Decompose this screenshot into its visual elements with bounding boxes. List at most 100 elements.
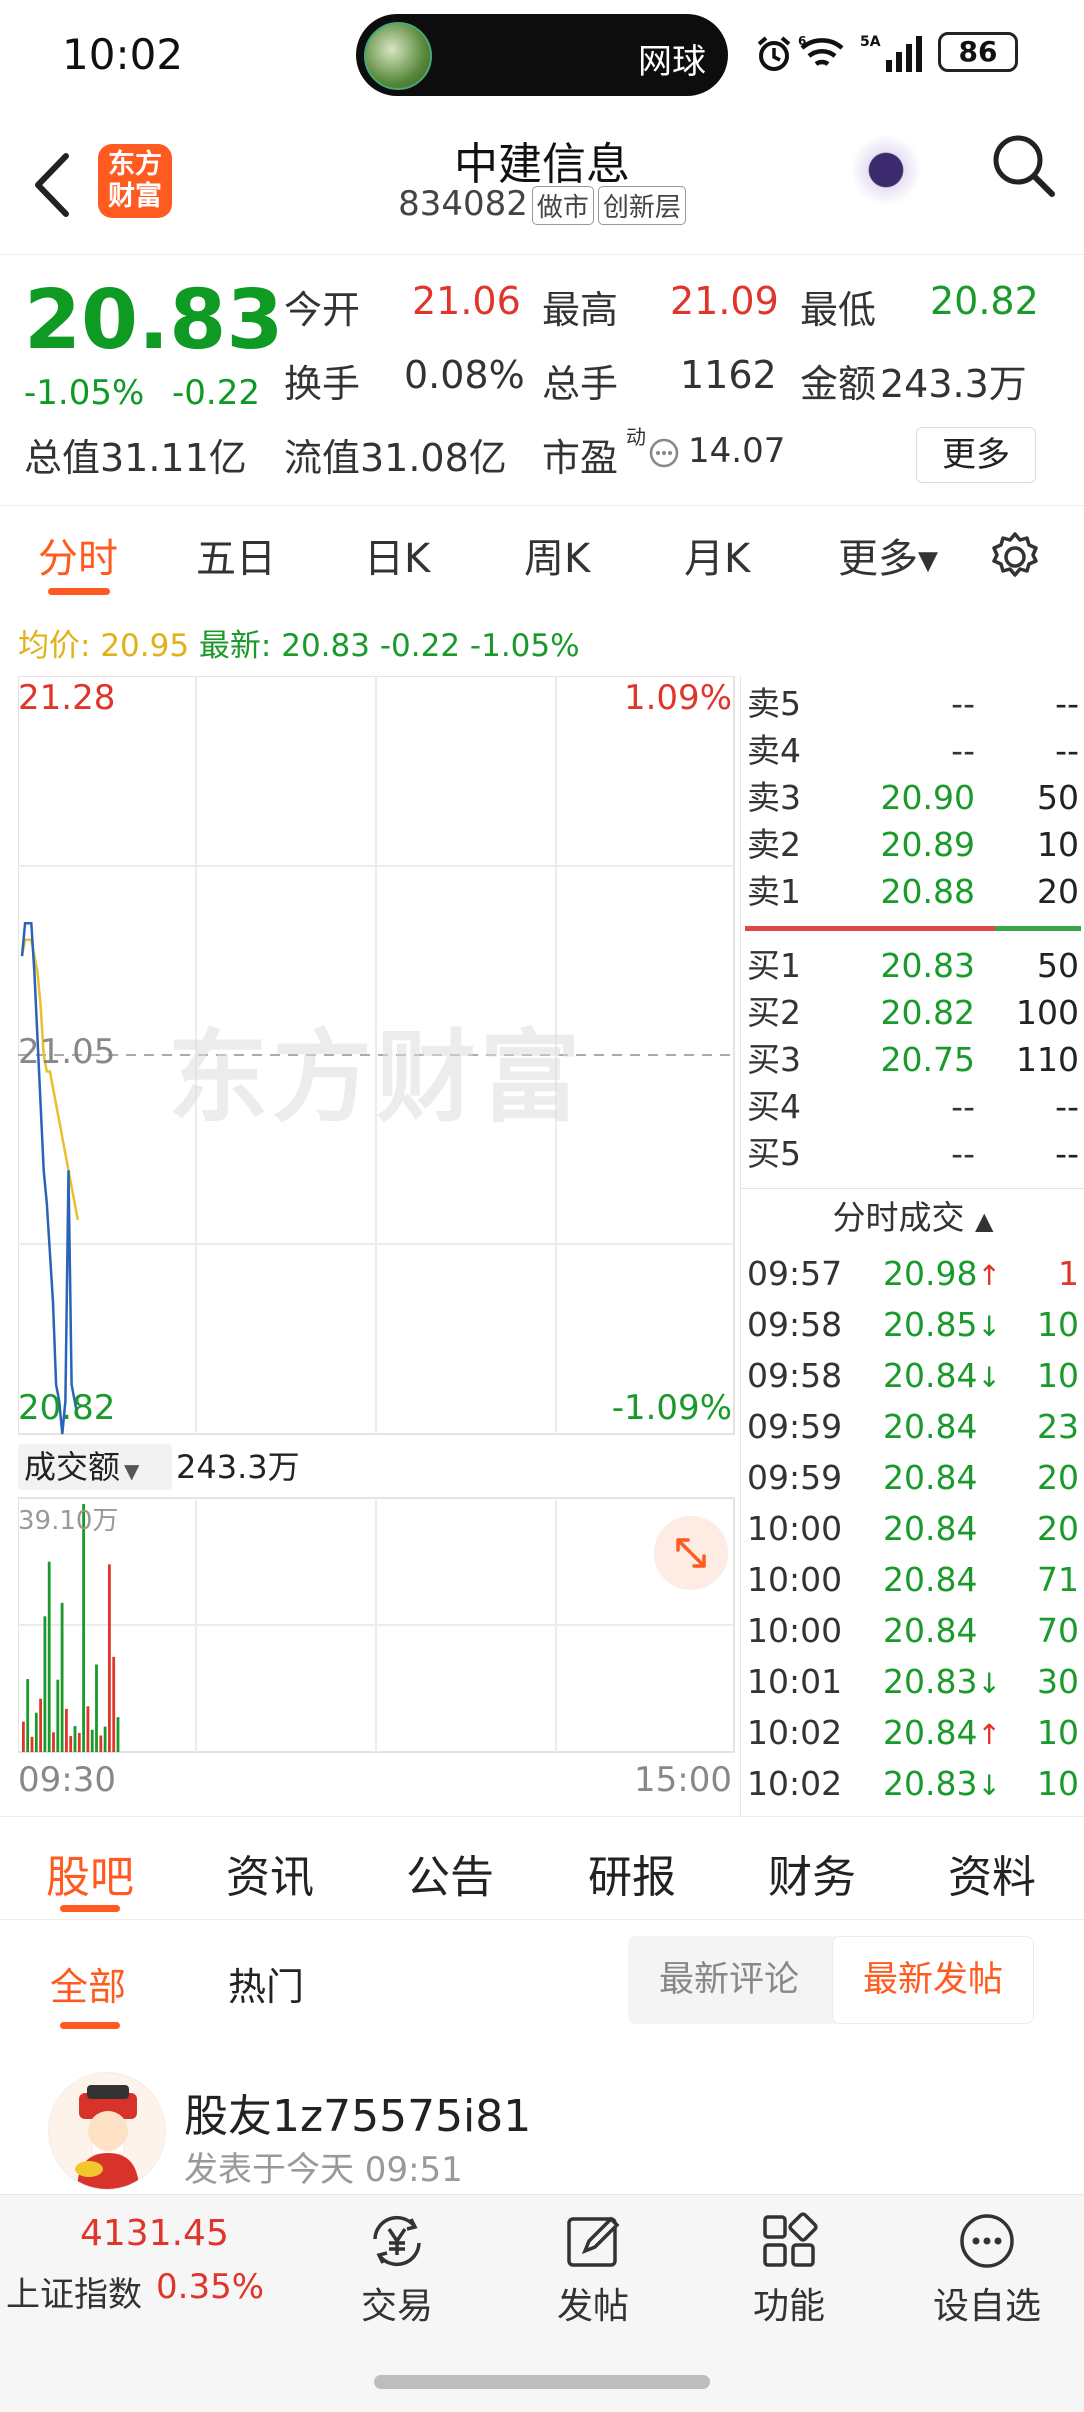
island-label: 网球 — [638, 42, 706, 82]
tab-intraday[interactable]: 分时 — [38, 526, 118, 584]
tick-direction-icon: ↓ — [977, 1361, 1001, 1394]
volume-value: 1162 — [680, 353, 777, 397]
post-label: 发帖 — [556, 2286, 629, 2327]
home-indicator[interactable] — [374, 2375, 710, 2389]
buy-level: 买5 — [747, 1134, 801, 1173]
price-line — [20, 921, 80, 1435]
functions-button[interactable]: 功能 — [724, 2209, 854, 2359]
index-change[interactable]: 0.35% — [156, 2267, 264, 2307]
filter-all[interactable]: 全部 — [50, 1956, 126, 2011]
expand-chart-button[interactable] — [654, 1516, 728, 1590]
open-value: 21.06 — [412, 279, 521, 323]
cellular-signal-icon: 5A — [860, 34, 922, 72]
market-maker-tag: 做市 — [531, 186, 594, 225]
sell-row[interactable]: 卖5 -- -- — [741, 680, 1084, 728]
ticks-header-label: 分时成交 — [832, 1198, 965, 1237]
tab-more[interactable]: 更多▼ — [838, 526, 938, 584]
tick-price: 20.84 — [883, 1452, 977, 1506]
index-value[interactable]: 4131.45 — [80, 2213, 229, 2254]
buy-row[interactable]: 买5 -- -- — [741, 1130, 1084, 1178]
float-cap-value: 31.08亿 — [360, 436, 507, 480]
tick-time: 10:00 — [747, 1611, 843, 1650]
time-start: 09:30 — [18, 1760, 116, 1800]
tab-finance[interactable]: 财务 — [768, 1841, 856, 1905]
index-name[interactable]: 上证指数 — [6, 2267, 142, 2316]
tick-price: 20.84 — [883, 1503, 977, 1557]
eastmoney-logo[interactable]: 东方 财富 — [98, 144, 172, 218]
back-icon[interactable] — [28, 150, 78, 220]
tab-announcements[interactable]: 公告 — [406, 1841, 494, 1905]
axis-bottom-price: 20.82 — [18, 1388, 116, 1428]
stock-code: 834082 — [398, 184, 528, 224]
watchlist-label: 设自选 — [932, 2286, 1041, 2327]
buy-volume: 100 — [1016, 993, 1079, 1032]
tab-forum[interactable]: 股吧 — [46, 1841, 134, 1905]
tab-profile[interactable]: 资料 — [948, 1841, 1036, 1905]
volume-total: 243.3万 — [176, 1448, 300, 1486]
volume-bar — [26, 1679, 30, 1752]
dynamic-island[interactable]: 网球 — [356, 14, 728, 96]
sell-row[interactable]: 卖4 -- -- — [741, 727, 1084, 775]
tab-weekly-k[interactable]: 周K — [524, 526, 590, 584]
volume-bar — [56, 1679, 60, 1752]
buy-price: -- — [951, 1134, 975, 1173]
tick-price-value: 20.84 — [883, 1560, 978, 1599]
battery-icon: 86 — [938, 32, 1018, 72]
gear-icon[interactable] — [988, 530, 1042, 584]
avatar[interactable] — [48, 2072, 166, 2190]
tick-row: 10:00 20.84 71 — [741, 1554, 1084, 1606]
market-cap-label: 总值 — [24, 436, 101, 480]
active-tab-indicator — [48, 588, 110, 595]
pe-dynamic-sup: 动 — [626, 425, 646, 449]
ticks-header[interactable]: 分时成交 ▲ — [741, 1188, 1084, 1244]
post-item[interactable]: 股友1z75575i81 发表于今天 09:51 — [0, 2038, 1084, 2194]
tick-volume: 71 — [1037, 1560, 1079, 1599]
order-book: 卖5 -- -- 卖4 -- -- 卖3 20.90 50 卖2 20.89 10 卖1 20.88 20 … — [740, 676, 1084, 1816]
tick-volume: 1 — [1058, 1254, 1079, 1293]
sort-latest-post-button[interactable]: 最新发帖 — [832, 1936, 1034, 2024]
tick-volume: 10 — [1037, 1713, 1079, 1752]
tab-five-day[interactable]: 五日 — [196, 526, 276, 584]
volume-bars — [22, 1504, 120, 1752]
volume-bar — [52, 1732, 55, 1752]
add-watchlist-button[interactable]: 设自选 — [922, 2209, 1052, 2359]
buy-row[interactable]: 买4 -- -- — [741, 1083, 1084, 1131]
tab-monthly-k[interactable]: 月K — [684, 526, 750, 584]
post-filter-row: 全部 热门 最新评论 最新发帖 — [0, 1920, 1084, 2038]
intraday-chart[interactable]: 东方财富 21.28 1.09% 21.05 20.82 -1.09% 成交额 ▼… — [18, 676, 736, 1816]
stock-name: 中建信息 — [454, 139, 630, 190]
buy-level: 买2 — [747, 993, 801, 1032]
avg-price-value: 20.95 — [100, 628, 190, 664]
tick-price-value: 20.84 — [883, 1356, 978, 1395]
more-quote-button[interactable]: 更多 — [916, 427, 1036, 483]
search-icon[interactable] — [988, 130, 1058, 200]
sell-row[interactable]: 卖1 20.88 20 — [741, 868, 1084, 916]
sort-latest-comment-button[interactable]: 最新评论 — [628, 1936, 830, 2024]
tab-research[interactable]: 研报 — [588, 1841, 676, 1905]
high-value: 21.09 — [670, 279, 779, 323]
volume-bar — [112, 1656, 116, 1752]
ai-assistant-robot-icon[interactable] — [846, 126, 926, 206]
buy-row[interactable]: 买2 20.82 100 — [741, 989, 1084, 1037]
tab-daily-k[interactable]: 日K — [364, 526, 430, 584]
post-username[interactable]: 股友1z75575i81 — [184, 2080, 531, 2144]
volume-bar — [73, 1726, 77, 1752]
buy-level: 买3 — [747, 1040, 801, 1079]
buy-row[interactable]: 买1 20.83 50 — [741, 942, 1084, 990]
tick-direction-icon: ↑ — [977, 1259, 1001, 1292]
volume-type-dropdown[interactable]: 成交额 ▼ — [18, 1444, 172, 1490]
grid-icon — [763, 2212, 818, 2267]
trade-button[interactable]: 交易 — [332, 2209, 462, 2359]
tab-news[interactable]: 资讯 — [226, 1841, 314, 1905]
sell-price: -- — [951, 731, 975, 770]
buy-row[interactable]: 买3 20.75 110 — [741, 1036, 1084, 1084]
tick-price: 20.84 — [883, 1554, 977, 1608]
more-info-icon[interactable] — [648, 437, 680, 469]
post-button[interactable]: 发帖 — [528, 2209, 658, 2359]
sell-volume: -- — [1055, 731, 1079, 770]
volume-bar — [60, 1602, 64, 1752]
sell-row[interactable]: 卖2 20.89 10 — [741, 821, 1084, 869]
filter-hot[interactable]: 热门 — [228, 1956, 304, 2011]
sell-row[interactable]: 卖3 20.90 50 — [741, 774, 1084, 822]
wifi-icon: 6 — [798, 34, 844, 66]
